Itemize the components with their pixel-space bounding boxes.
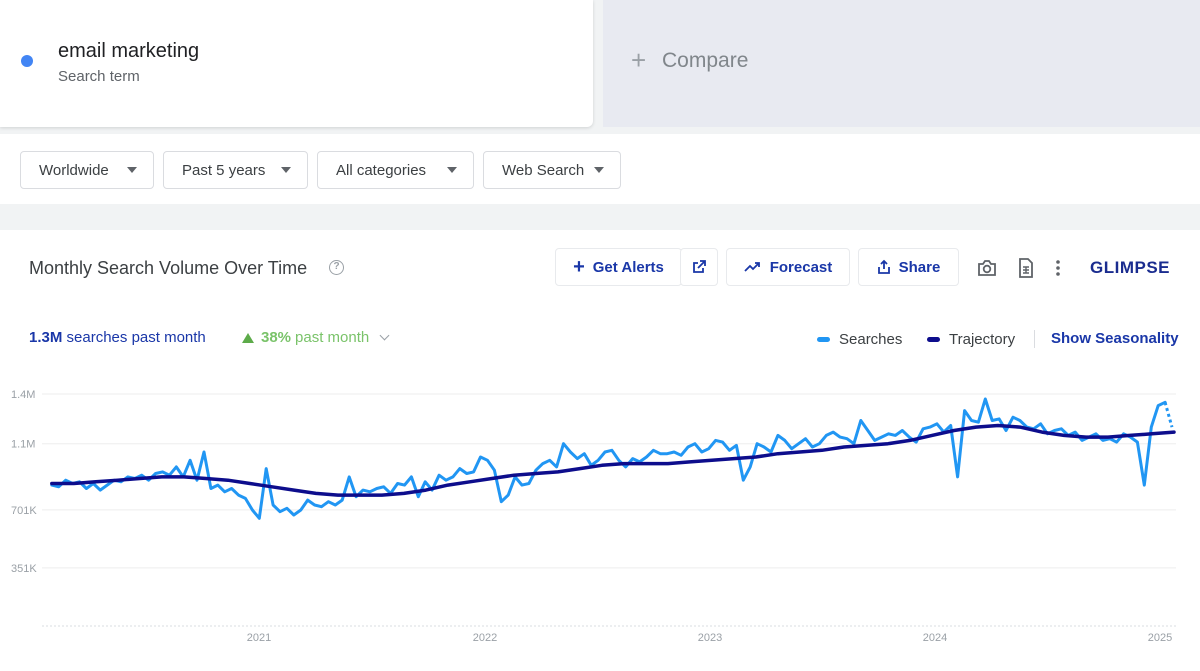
series-line-trajectory — [50, 423, 1176, 497]
y-tick-label: 1.4M — [11, 389, 35, 401]
series-line-searches-partial — [1163, 401, 1174, 428]
x-tick-label: 2024 — [923, 632, 947, 644]
y-tick-label: 351K — [11, 563, 37, 575]
x-tick-label: 2025 — [1148, 632, 1172, 644]
x-tick-label: 2023 — [698, 632, 722, 644]
series-line-searches — [50, 397, 1167, 520]
search-volume-chart: 1.4M 1.1M 701K 351K 2021 2022 2023 2024 2025 — [11, 389, 1176, 644]
y-tick-label: 1.1M — [11, 439, 35, 451]
x-tick-label: 2021 — [247, 632, 271, 644]
y-tick-label: 701K — [11, 505, 37, 517]
x-tick-label: 2022 — [473, 632, 497, 644]
